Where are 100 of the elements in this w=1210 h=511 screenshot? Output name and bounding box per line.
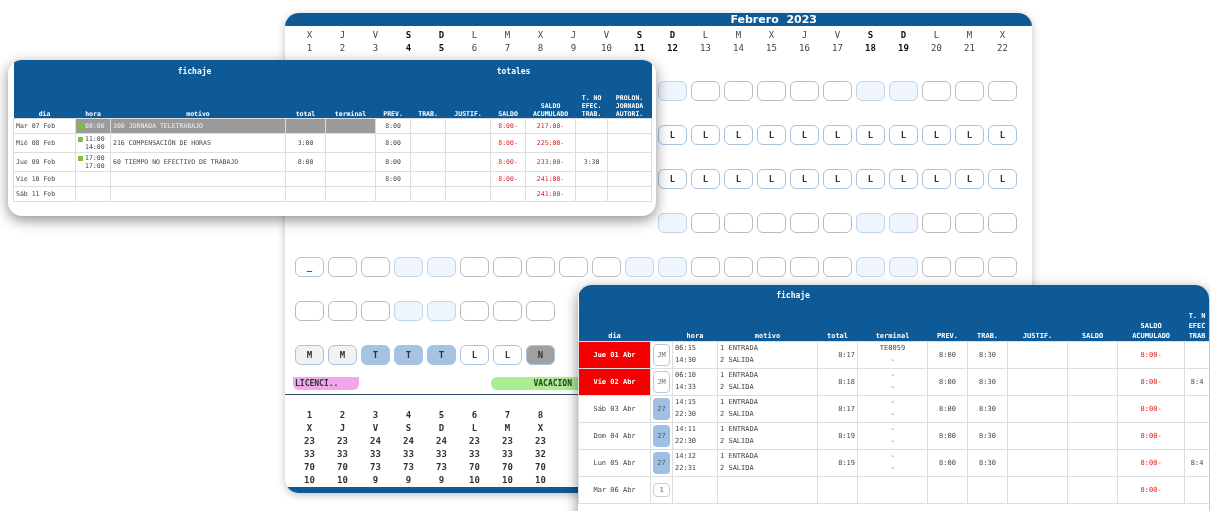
summary-value: 6 (471, 409, 478, 423)
day-slot[interactable] (988, 81, 1017, 101)
day-header: X 22 (996, 29, 1009, 55)
day-slot[interactable] (955, 81, 984, 101)
day-slot[interactable] (328, 301, 357, 321)
summary-value: M (504, 422, 511, 436)
day-slot[interactable]: L (922, 125, 951, 145)
day-slot[interactable]: L (889, 125, 918, 145)
day-slot[interactable] (493, 301, 522, 321)
day-header: D 12 (666, 29, 679, 55)
day-header: V 10 (600, 29, 613, 55)
day-slot[interactable] (658, 213, 687, 233)
day-slot[interactable] (790, 257, 819, 277)
day-slot[interactable] (724, 81, 753, 101)
day-slot[interactable] (922, 213, 951, 233)
day-slot[interactable]: L (724, 169, 753, 189)
day-slot[interactable]: L (757, 169, 786, 189)
day-slot[interactable] (988, 257, 1017, 277)
summary-value: 5 (438, 409, 445, 423)
summary-value: 70 (337, 461, 348, 475)
day-slot[interactable]: L (988, 169, 1017, 189)
day-slot[interactable] (922, 81, 951, 101)
day-slot[interactable]: L (889, 169, 918, 189)
day-slot[interactable]: T (394, 345, 423, 365)
day-slot[interactable] (493, 257, 522, 277)
day-slot[interactable] (394, 301, 423, 321)
day-slot[interactable] (295, 301, 324, 321)
day-slot[interactable]: L (658, 169, 687, 189)
day-slot[interactable]: L (460, 345, 489, 365)
day-header: X 1 (305, 29, 314, 55)
day-slot[interactable] (328, 257, 357, 277)
day-slot[interactable]: L (493, 345, 522, 365)
day-header: X 15 (765, 29, 778, 55)
day-slot[interactable] (460, 257, 489, 277)
day-slot[interactable] (823, 257, 852, 277)
day-slot[interactable] (361, 257, 390, 277)
day-header: D 19 (897, 29, 910, 55)
day-slot[interactable]: L (790, 125, 819, 145)
day-slot[interactable]: _ (295, 257, 324, 277)
day-slot[interactable]: L (757, 125, 786, 145)
day-slot[interactable] (394, 257, 423, 277)
day-slot[interactable] (427, 301, 456, 321)
summary-value: 4 (405, 409, 412, 423)
day-slot[interactable] (691, 213, 720, 233)
day-slot[interactable]: L (955, 169, 984, 189)
day-slot[interactable]: M (328, 345, 357, 365)
day-slot[interactable] (823, 81, 852, 101)
day-slot[interactable] (691, 81, 720, 101)
day-slot[interactable] (757, 257, 786, 277)
summary-value: X (537, 422, 544, 436)
day-slot[interactable]: L (856, 125, 885, 145)
day-slot[interactable]: L (988, 125, 1017, 145)
day-slot[interactable] (559, 257, 588, 277)
day-slot[interactable] (955, 257, 984, 277)
day-slot[interactable] (988, 213, 1017, 233)
day-slot[interactable]: N (526, 345, 555, 365)
day-slot[interactable] (625, 257, 654, 277)
day-slot[interactable]: L (691, 169, 720, 189)
day-slot[interactable] (955, 213, 984, 233)
day-slot[interactable] (724, 213, 753, 233)
day-slot[interactable]: L (724, 125, 753, 145)
day-slot[interactable]: L (658, 125, 687, 145)
day-slot[interactable] (856, 257, 885, 277)
day-slot[interactable] (790, 81, 819, 101)
day-slot[interactable] (790, 213, 819, 233)
day-slot[interactable] (658, 81, 687, 101)
day-slot[interactable] (757, 213, 786, 233)
day-slot[interactable] (889, 257, 918, 277)
day-slot[interactable] (460, 301, 489, 321)
day-slot[interactable] (658, 257, 687, 277)
day-slot[interactable]: T (427, 345, 456, 365)
day-slot[interactable]: L (955, 125, 984, 145)
day-slot[interactable] (592, 257, 621, 277)
summary-value: 73 (403, 461, 414, 475)
day-slot[interactable] (922, 257, 951, 277)
day-slot[interactable]: T (361, 345, 390, 365)
day-slot[interactable]: M (295, 345, 324, 365)
summary-value: 70 (469, 461, 480, 475)
day-slot[interactable] (691, 257, 720, 277)
day-slot[interactable]: L (823, 125, 852, 145)
day-slot[interactable] (856, 81, 885, 101)
day-slot[interactable] (856, 213, 885, 233)
day-slot[interactable]: L (856, 169, 885, 189)
day-slot[interactable]: L (691, 125, 720, 145)
day-slot[interactable] (361, 301, 390, 321)
day-header: L 6 (470, 29, 479, 55)
day-slot[interactable] (889, 81, 918, 101)
day-slot[interactable] (823, 213, 852, 233)
day-slot[interactable]: L (922, 169, 951, 189)
day-header: V 17 (831, 29, 844, 55)
day-slot[interactable] (427, 257, 456, 277)
day-slot[interactable]: L (790, 169, 819, 189)
day-slot[interactable] (757, 81, 786, 101)
day-slot[interactable]: L (823, 169, 852, 189)
day-header: M 14 (732, 29, 745, 55)
group-header: fichaje (177, 67, 212, 76)
day-slot[interactable] (526, 257, 555, 277)
day-slot[interactable] (889, 213, 918, 233)
day-slot[interactable] (724, 257, 753, 277)
day-slot[interactable] (526, 301, 555, 321)
